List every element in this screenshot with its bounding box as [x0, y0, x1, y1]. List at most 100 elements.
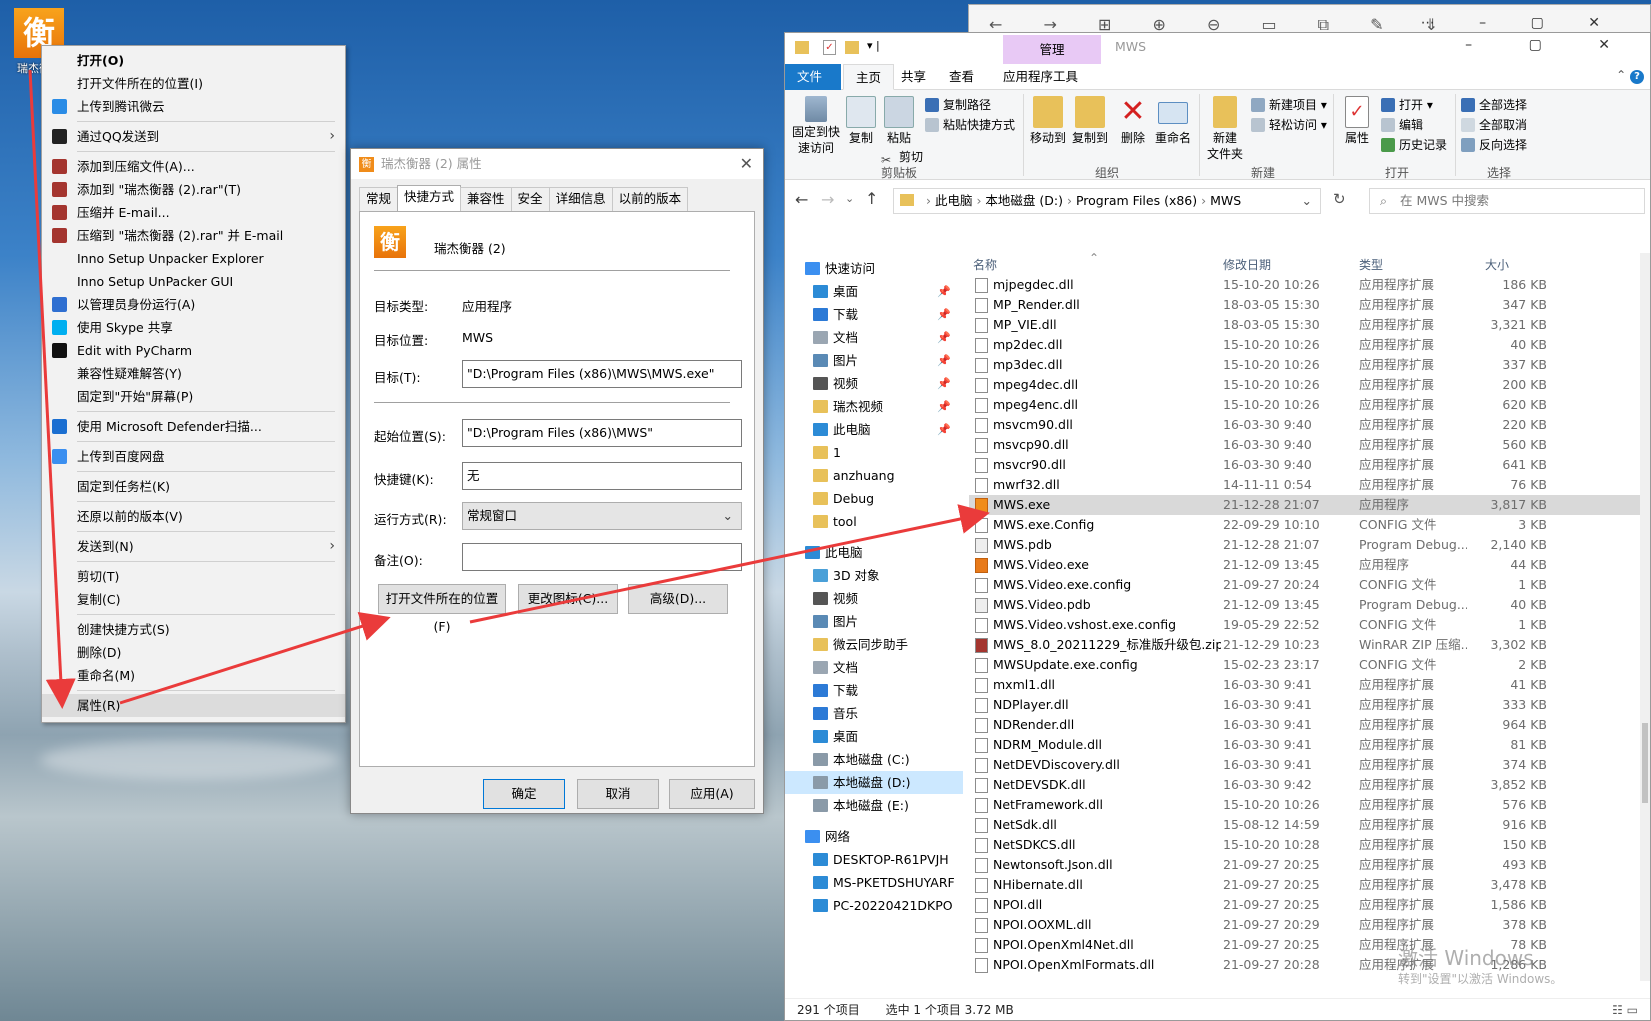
open-file-location-button[interactable]: 打开文件所在的位置(F) — [378, 584, 506, 634]
file-row[interactable]: msvcm90.dll 16-03-30 9:40 应用程序扩展 220 KB — [969, 415, 1641, 435]
nav-item[interactable]: 下载 — [785, 679, 963, 702]
ribbon-tab[interactable]: 共享 — [889, 64, 938, 90]
run-select[interactable]: 常规窗口 ⌄ — [462, 502, 742, 530]
menu-item[interactable]: 添加到 "瑞杰衡器 (2).rar"(T) — [42, 178, 345, 201]
cancel-button[interactable]: 取消 — [577, 779, 659, 809]
menu-item[interactable]: 打开文件所在的位置(I) — [42, 72, 345, 95]
breadcrumb-item[interactable]: MWS — [1210, 193, 1241, 208]
nav-item[interactable]: 音乐 — [785, 702, 963, 725]
hotkey-field[interactable]: 无 — [462, 462, 742, 490]
copy-to-button[interactable]: 复制到 — [1071, 96, 1109, 146]
dialog-tab[interactable]: 常规 — [359, 187, 399, 211]
delete-button[interactable]: ✕ 删除 — [1117, 96, 1149, 146]
forward-icon[interactable]: → — [821, 190, 834, 209]
file-row[interactable]: NDRender.dll 16-03-30 9:41 应用程序扩展 964 KB — [969, 715, 1641, 735]
target-field[interactable]: "D:\Program Files (x86)\MWS\MWS.exe" — [462, 360, 742, 388]
search-input[interactable]: ⌕ 在 MWS 中搜索 — [1369, 188, 1645, 214]
menu-item[interactable]: Inno Setup Unpacker Explorer — [42, 247, 345, 270]
nav-item[interactable]: 本地磁盘 (E:) — [785, 794, 963, 817]
advanced-button[interactable]: 高级(D)... — [628, 584, 728, 614]
menu-item[interactable]: 兼容性疑难解答(Y) — [42, 362, 345, 385]
nav-item[interactable]: 图片 📌 — [785, 349, 963, 372]
column-header[interactable]: 类型 — [1359, 256, 1383, 273]
menu-item[interactable]: 使用 Microsoft Defender扫描... — [42, 415, 345, 438]
scrollbar-thumb[interactable] — [1642, 723, 1648, 803]
menu-item[interactable]: 复制(C) — [42, 588, 345, 611]
file-row[interactable]: NetDEVDiscovery.dll 16-03-30 9:41 应用程序扩展 37… — [969, 755, 1641, 775]
column-header[interactable]: 名称 — [973, 256, 997, 273]
properties-button[interactable]: ✓ 属性 — [1339, 96, 1375, 146]
file-row[interactable]: MWS.Video.pdb 21-12-09 13:45 Program Debug… — [969, 595, 1641, 615]
scrollbar[interactable] — [1640, 253, 1650, 981]
file-row[interactable]: NHibernate.dll 21-09-27 20:25 应用程序扩展 3,478 … — [969, 875, 1641, 895]
nav-item[interactable]: 桌面 — [785, 725, 963, 748]
file-row[interactable]: MWS_8.0_20211229_标准版升级包.zip 21-12-29 10:2… — [969, 635, 1641, 655]
file-row[interactable]: NDPlayer.dll 16-03-30 9:41 应用程序扩展 333 KB — [969, 695, 1641, 715]
select-all-button[interactable]: 全部选择 — [1461, 96, 1527, 114]
menu-item[interactable]: 添加到压缩文件(A)... — [42, 155, 345, 178]
refresh-icon[interactable]: ↻ — [1333, 190, 1346, 208]
file-row[interactable]: MWS.exe 21-12-28 21:07 应用程序 3,817 KB — [969, 495, 1641, 515]
nav-item[interactable]: 下载 📌 — [785, 303, 963, 326]
column-header[interactable]: 大小 — [1485, 256, 1509, 273]
menu-item[interactable]: 压缩到 "瑞杰衡器 (2).rar" 并 E-mail — [42, 224, 345, 247]
nav-item[interactable]: 本地磁盘 (D:) — [785, 771, 963, 794]
menu-item[interactable]: Edit with PyCharm — [42, 339, 345, 362]
back-icon[interactable]: ← — [795, 190, 808, 209]
ok-button[interactable]: 确定 — [483, 779, 565, 809]
nav-item[interactable]: 3D 对象 — [785, 564, 963, 587]
menu-item[interactable]: 通过QQ发送到 › — [42, 125, 345, 148]
nav-item[interactable]: 网络 — [785, 825, 963, 848]
nav-item[interactable]: DESKTOP-R61PVJH — [785, 848, 963, 871]
nav-item[interactable]: 视频 — [785, 587, 963, 610]
breadcrumb-item[interactable]: 本地磁盘 (D:) — [985, 193, 1063, 208]
menu-item[interactable]: 固定到"开始"屏幕(P) — [42, 385, 345, 408]
file-row[interactable]: MWS.Video.exe.config 21-09-27 20:24 CONFIG… — [969, 575, 1641, 595]
dialog-tab[interactable]: 安全 — [510, 187, 550, 211]
easy-access-button[interactable]: 轻松访问 ▾ — [1251, 116, 1327, 134]
nav-item[interactable]: 瑞杰视频 📌 — [785, 395, 963, 418]
move-to-button[interactable]: 移动到 — [1029, 96, 1067, 146]
nav-item[interactable]: 文档 📌 — [785, 326, 963, 349]
menu-item[interactable]: 上传到百度网盘 — [42, 445, 345, 468]
edit-button[interactable]: 编辑 — [1381, 116, 1423, 134]
ribbon-tab[interactable]: 查看 — [937, 64, 986, 90]
file-row[interactable]: MP_VIE.dll 18-03-05 15:30 应用程序扩展 3,321 KB — [969, 315, 1641, 335]
menu-item[interactable]: 打开(O) — [42, 49, 345, 72]
menu-item[interactable]: 还原以前的版本(V) — [42, 505, 345, 528]
nav-item[interactable]: 此电脑 — [785, 541, 963, 564]
menu-item[interactable]: 压缩并 E-mail... — [42, 201, 345, 224]
nav-item[interactable]: 桌面 📌 — [785, 280, 963, 303]
chevron-down-icon[interactable]: ⌄ — [1302, 189, 1312, 213]
file-row[interactable]: mpeg4dec.dll 15-10-20 10:26 应用程序扩展 200 KB — [969, 375, 1641, 395]
menu-item[interactable]: 使用 Skype 共享 — [42, 316, 345, 339]
file-row[interactable]: NPOI.OOXML.dll 21-09-27 20:29 应用程序扩展 378 KB — [969, 915, 1641, 935]
nav-item[interactable]: 此电脑 📌 — [785, 418, 963, 441]
invert-selection-button[interactable]: 反向选择 — [1461, 136, 1527, 154]
copy-path-button[interactable]: 复制路径 — [925, 96, 991, 114]
folder-icon[interactable] — [795, 41, 809, 54]
new-folder-icon[interactable] — [845, 41, 859, 54]
new-folder-button[interactable]: 新建 文件夹 — [1205, 96, 1245, 162]
apply-button[interactable]: 应用(A) — [669, 779, 755, 809]
menu-item[interactable]: 创建快捷方式(S) — [42, 618, 345, 641]
file-row[interactable]: NetDEVSDK.dll 16-03-30 9:42 应用程序扩展 3,852 KB — [969, 775, 1641, 795]
ribbon-tab[interactable]: 文件 — [785, 64, 841, 90]
ribbon-tab[interactable]: 应用程序工具 — [991, 64, 1090, 90]
file-row[interactable]: mjpegdec.dll 15-10-20 10:26 应用程序扩展 186 KB — [969, 275, 1641, 295]
window-controls-icon[interactable]: ⋯ – ▢ ✕ — [1421, 15, 1620, 31]
context-tab-manage[interactable]: 管理 — [1003, 35, 1101, 64]
menu-item[interactable]: 删除(D) — [42, 641, 345, 664]
nav-item[interactable]: anzhuang — [785, 464, 963, 487]
file-row[interactable]: NPOI.dll 21-09-27 20:25 应用程序扩展 1,586 KB — [969, 895, 1641, 915]
file-row[interactable]: mxml1.dll 16-03-30 9:41 应用程序扩展 41 KB — [969, 675, 1641, 695]
file-row[interactable]: mpeg4enc.dll 15-10-20 10:26 应用程序扩展 620 KB — [969, 395, 1641, 415]
file-row[interactable]: MWS.Video.exe 21-12-09 13:45 应用程序 44 KB — [969, 555, 1641, 575]
paste-shortcut-button[interactable]: 粘贴快捷方式 — [925, 116, 1015, 134]
open-button[interactable]: 打开 ▾ — [1381, 96, 1433, 114]
menu-item[interactable]: 剪切(T) — [42, 565, 345, 588]
up-icon[interactable]: ↑ — [865, 189, 878, 208]
file-row[interactable]: msvcp90.dll 16-03-30 9:40 应用程序扩展 560 KB — [969, 435, 1641, 455]
start-in-field[interactable]: "D:\Program Files (x86)\MWS" — [462, 419, 742, 447]
view-toggle-icon[interactable]: ☷ ▭ — [1612, 999, 1638, 1021]
